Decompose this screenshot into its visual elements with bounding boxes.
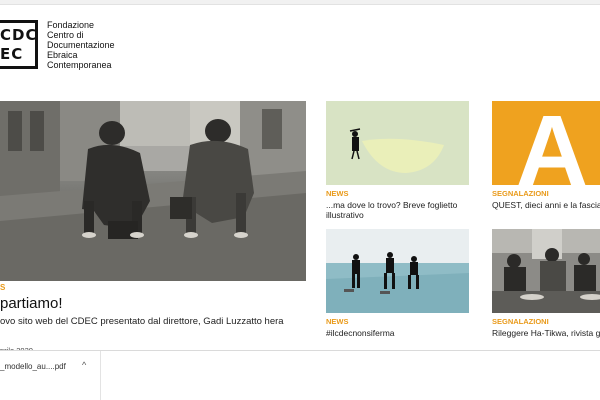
hero-tag: S bbox=[0, 283, 6, 292]
hero-subtitle: ovo sito web del CDEC presentato dal dir… bbox=[0, 316, 284, 327]
logo-text-line: Contemporanea bbox=[47, 60, 112, 70]
card-title[interactable]: ...ma dove lo trovo? Breve foglietto ill… bbox=[326, 200, 469, 220]
news-card[interactable]: NEWS #ilcdecnonsiferma bbox=[326, 229, 469, 338]
card-title[interactable]: Rileggere Ha-Tikwa, rivista giovani ebre… bbox=[492, 328, 600, 338]
card-thumbnail-graphic bbox=[492, 229, 600, 313]
card-title[interactable]: QUEST, dieci anni e la fascia bbox=[492, 200, 600, 210]
logo-text-line: Fondazione bbox=[47, 20, 95, 30]
card-thumbnail[interactable] bbox=[492, 229, 600, 313]
logo-text: Fondazione Centro di Documentazione Ebra… bbox=[47, 20, 115, 70]
card-tag: SEGNALAZIONI bbox=[492, 189, 549, 198]
card-thumbnail[interactable] bbox=[326, 101, 469, 185]
card-thumbnail-graphic bbox=[326, 101, 469, 185]
logo-mark-line1: CDC bbox=[0, 26, 38, 44]
logo-mark-line2: EC bbox=[0, 45, 24, 63]
card-thumbnail-graphic: A bbox=[492, 101, 600, 185]
hero-title[interactable]: partiamo! bbox=[0, 295, 63, 312]
card-thumbnail[interactable] bbox=[326, 229, 469, 313]
card-letter: A bbox=[516, 101, 588, 185]
cdec-logo[interactable]: CDC EC Fondazione Centro di Documentazio… bbox=[0, 20, 115, 70]
browser-top-rule bbox=[0, 0, 600, 5]
news-card[interactable]: A SEGNALAZIONI QUEST, dieci anni e la fa… bbox=[492, 101, 600, 210]
hero-photo[interactable] bbox=[0, 101, 306, 281]
chevron-up-icon[interactable]: ^ bbox=[82, 360, 86, 370]
card-thumbnail-graphic bbox=[326, 229, 469, 313]
logo-text-line: Centro di bbox=[47, 30, 84, 40]
logo-text-line: Ebraica bbox=[47, 50, 78, 60]
logo-text-line: Documentazione bbox=[47, 40, 115, 50]
card-tag: NEWS bbox=[326, 317, 349, 326]
card-tag: SEGNALAZIONI bbox=[492, 317, 549, 326]
card-thumbnail[interactable]: A bbox=[492, 101, 600, 185]
news-card[interactable]: SEGNALAZIONI Rileggere Ha-Tikwa, rivista… bbox=[492, 229, 600, 338]
news-card[interactable]: NEWS ...ma dove lo trovo? Breve fogliett… bbox=[326, 101, 469, 220]
card-tag: NEWS bbox=[326, 189, 349, 198]
download-bar: _modello_au....pdf ^ bbox=[0, 350, 600, 400]
download-filename[interactable]: _modello_au....pdf bbox=[0, 362, 66, 371]
card-title[interactable]: #ilcdecnonsiferma bbox=[326, 328, 469, 338]
download-item[interactable]: _modello_au....pdf ^ bbox=[0, 351, 101, 400]
logo-mark: CDC EC bbox=[0, 20, 38, 69]
hero-photo-graphic bbox=[0, 101, 306, 281]
